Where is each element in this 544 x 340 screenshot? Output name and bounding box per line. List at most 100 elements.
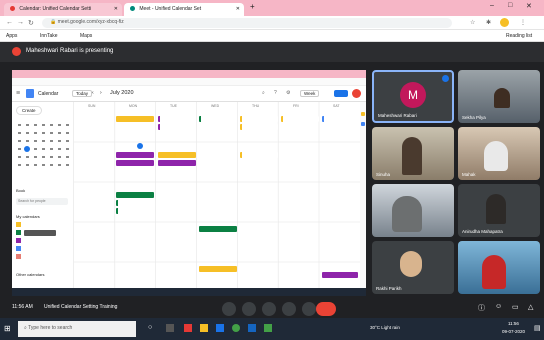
- participant-tile[interactable]: Anirudha Mahapatra: [458, 184, 540, 237]
- calendar-event[interactable]: [158, 160, 196, 166]
- extensions-icon[interactable]: ✱: [486, 19, 491, 26]
- presenting-banner: Maheshwari Rabari is presenting: [0, 42, 544, 62]
- captions-button[interactable]: [262, 302, 276, 316]
- weather-text[interactable]: 30°C Light rain: [370, 325, 400, 330]
- calendar-event[interactable]: [116, 116, 154, 122]
- tab-meet[interactable]: Meet - Unified Calendar Set ✕: [124, 3, 244, 16]
- info-icon[interactable]: ⓘ: [478, 303, 485, 313]
- menu-icon[interactable]: ⋮: [520, 19, 526, 26]
- participant-video: [484, 141, 508, 171]
- participant-name: Sekha Pilya: [462, 115, 486, 120]
- create-button[interactable]: Create: [16, 106, 42, 115]
- calendar-event[interactable]: [240, 116, 278, 122]
- chat-icon[interactable]: ▭: [512, 303, 519, 311]
- calendar-checkbox[interactable]: [16, 230, 21, 235]
- start-icon[interactable]: ⊞: [4, 324, 11, 333]
- maximize-icon[interactable]: □: [508, 2, 512, 9]
- address-input[interactable]: 🔒 meet.google.com/xyz-xbcq-fiz: [42, 18, 452, 28]
- apps-button[interactable]: [334, 90, 348, 97]
- calendar-checkbox[interactable]: [16, 254, 21, 259]
- close-window-icon[interactable]: ✕: [526, 2, 532, 10]
- calendar-event[interactable]: [199, 116, 237, 122]
- participant-tile[interactable]: Rakhi Parikh: [372, 241, 454, 294]
- calendar-sidebar: Create Book Search for people My calenda…: [12, 102, 74, 296]
- calendar-app-title: Calendar: [38, 91, 59, 97]
- calendar-event[interactable]: [240, 124, 278, 130]
- view-select[interactable]: Week: [300, 90, 320, 97]
- people-icon[interactable]: ☺: [495, 303, 502, 310]
- participant-tile[interactable]: [372, 184, 454, 237]
- minimize-icon[interactable]: –: [490, 2, 494, 9]
- calendar-event[interactable]: [199, 266, 237, 272]
- meeting-time: 11:56 AM: [12, 304, 33, 310]
- calendar-event[interactable]: [322, 272, 358, 278]
- profile-avatar[interactable]: [500, 18, 509, 27]
- participant-tile[interactable]: M Maheshwari Rabari: [372, 70, 454, 123]
- calendar-event[interactable]: [116, 160, 154, 166]
- weekday-label: WED: [211, 104, 220, 108]
- file-explorer-icon[interactable]: [200, 324, 208, 332]
- close-tab-icon[interactable]: ✕: [114, 6, 118, 12]
- bookmark-apps[interactable]: Apps: [6, 33, 17, 39]
- bookmark-maps[interactable]: Maps: [80, 33, 92, 39]
- calendar-event[interactable]: [116, 192, 154, 198]
- word-icon[interactable]: [248, 324, 256, 332]
- activities-icon[interactable]: △: [528, 303, 533, 311]
- weekday-label: THU: [252, 104, 260, 108]
- next-icon[interactable]: ›: [100, 90, 102, 96]
- calendar-checkbox[interactable]: [16, 238, 21, 243]
- star-icon[interactable]: ☆: [470, 19, 475, 26]
- edge-icon[interactable]: [216, 324, 224, 332]
- clock-time[interactable]: 11:56: [508, 321, 519, 326]
- back-icon[interactable]: ←: [6, 19, 13, 26]
- tab-calendar[interactable]: Calendar: Unified Calendar Setti ✕: [4, 3, 122, 16]
- calendar-event[interactable]: [158, 124, 196, 130]
- cortana-icon[interactable]: ○: [148, 324, 152, 331]
- participant-tile[interactable]: Sinuha: [372, 127, 454, 180]
- today-button[interactable]: Today: [72, 90, 93, 97]
- settings-icon[interactable]: ⚙: [286, 90, 290, 96]
- mic-button[interactable]: [222, 302, 236, 316]
- notification-icon[interactable]: ▤: [534, 324, 541, 332]
- present-button[interactable]: [282, 302, 296, 316]
- camera-button[interactable]: [242, 302, 256, 316]
- keep-icon[interactable]: [361, 112, 365, 116]
- help-icon[interactable]: ?: [274, 90, 277, 96]
- calendar-event[interactable]: [158, 152, 196, 158]
- tasks-icon[interactable]: [361, 122, 365, 126]
- end-call-button[interactable]: [316, 302, 336, 316]
- calendar-event[interactable]: [199, 226, 237, 232]
- search-icon: ⌕: [24, 325, 27, 331]
- clock-date[interactable]: 09-07-2020: [502, 329, 525, 334]
- more-options-button[interactable]: [302, 302, 316, 316]
- task-view-icon[interactable]: [166, 324, 174, 332]
- new-tab-icon[interactable]: +: [250, 2, 255, 11]
- calendar-event[interactable]: [116, 208, 154, 214]
- calendar-event[interactable]: [116, 200, 154, 206]
- weekday-label: TUE: [170, 104, 177, 108]
- reload-icon[interactable]: ↻: [28, 19, 34, 27]
- participant-tile[interactable]: [458, 241, 540, 294]
- calendar-checkbox[interactable]: [16, 246, 21, 251]
- prev-icon[interactable]: ‹: [92, 90, 94, 96]
- app-icon[interactable]: [184, 324, 192, 332]
- calendar-event[interactable]: [158, 116, 196, 122]
- taskbar-search-input[interactable]: ⌕ Type here to search: [18, 321, 136, 337]
- bookmark-reading-list[interactable]: Reading list: [506, 33, 532, 39]
- search-people-input[interactable]: Search for people: [16, 198, 68, 205]
- search-icon[interactable]: ⌕: [262, 90, 265, 96]
- account-avatar[interactable]: [352, 89, 361, 98]
- main-menu-icon[interactable]: ≡: [16, 90, 20, 97]
- chrome-icon[interactable]: [232, 324, 240, 332]
- excel-icon[interactable]: [264, 324, 272, 332]
- participant-tile[interactable]: Sekha Pilya: [458, 70, 540, 123]
- bookmark-inntake[interactable]: InnTake: [40, 33, 58, 39]
- calendar-event[interactable]: [116, 152, 154, 158]
- calendar-event[interactable]: [322, 116, 358, 122]
- forward-icon[interactable]: →: [17, 19, 24, 26]
- calendar-event[interactable]: [240, 152, 278, 158]
- close-tab-icon[interactable]: ✕: [236, 6, 240, 12]
- calendar-event[interactable]: [281, 116, 319, 122]
- calendar-checkbox[interactable]: [16, 222, 21, 227]
- participant-tile[interactable]: Mahak: [458, 127, 540, 180]
